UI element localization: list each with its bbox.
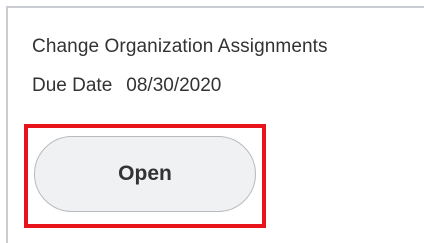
due-date-value: 08/30/2020 xyxy=(126,75,222,96)
due-date-label: Due Date xyxy=(32,75,113,96)
due-date-row: Due Date 08/30/2020 xyxy=(32,75,221,97)
task-title: Change Organization Assignments xyxy=(32,36,328,57)
open-button[interactable]: Open xyxy=(34,136,256,212)
